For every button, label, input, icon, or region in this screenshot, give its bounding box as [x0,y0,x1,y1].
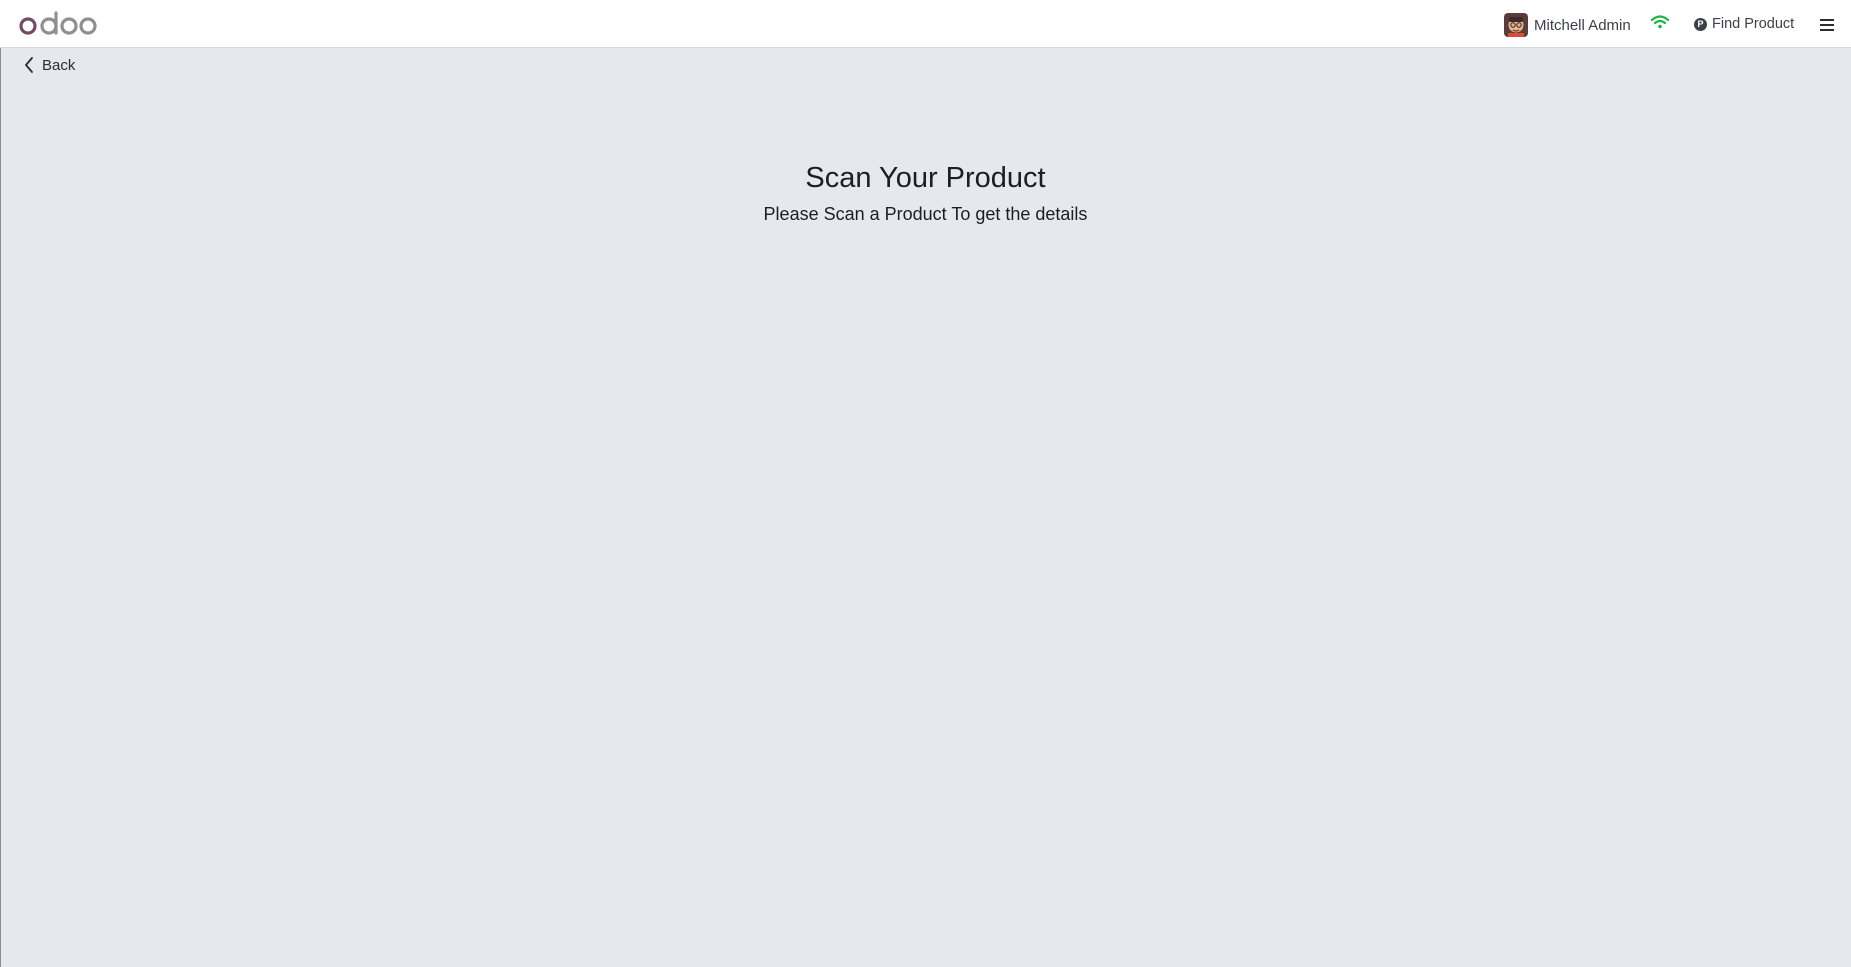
wifi-icon [1651,15,1669,29]
top-navbar: Mitchell Admin P Find Product [0,0,1851,48]
odoo-logo[interactable] [19,11,97,37]
find-product-label: Find Product [1712,16,1795,32]
back-button[interactable]: Back [24,55,75,75]
chevron-left-icon [25,57,33,73]
user-menu[interactable]: Mitchell Admin [1504,13,1631,37]
back-label: Back [42,56,76,74]
p-circle-icon: P [1694,17,1707,31]
find-product-button[interactable]: P Find Product [1694,14,1794,34]
page-title: Scan Your Product [805,162,1046,194]
page-subtitle: Please Scan a Product To get the details [763,204,1088,224]
user-name: Mitchell Admin [1534,16,1631,34]
hamburger-menu-icon[interactable] [1820,19,1834,31]
user-avatar-icon [1504,13,1528,37]
